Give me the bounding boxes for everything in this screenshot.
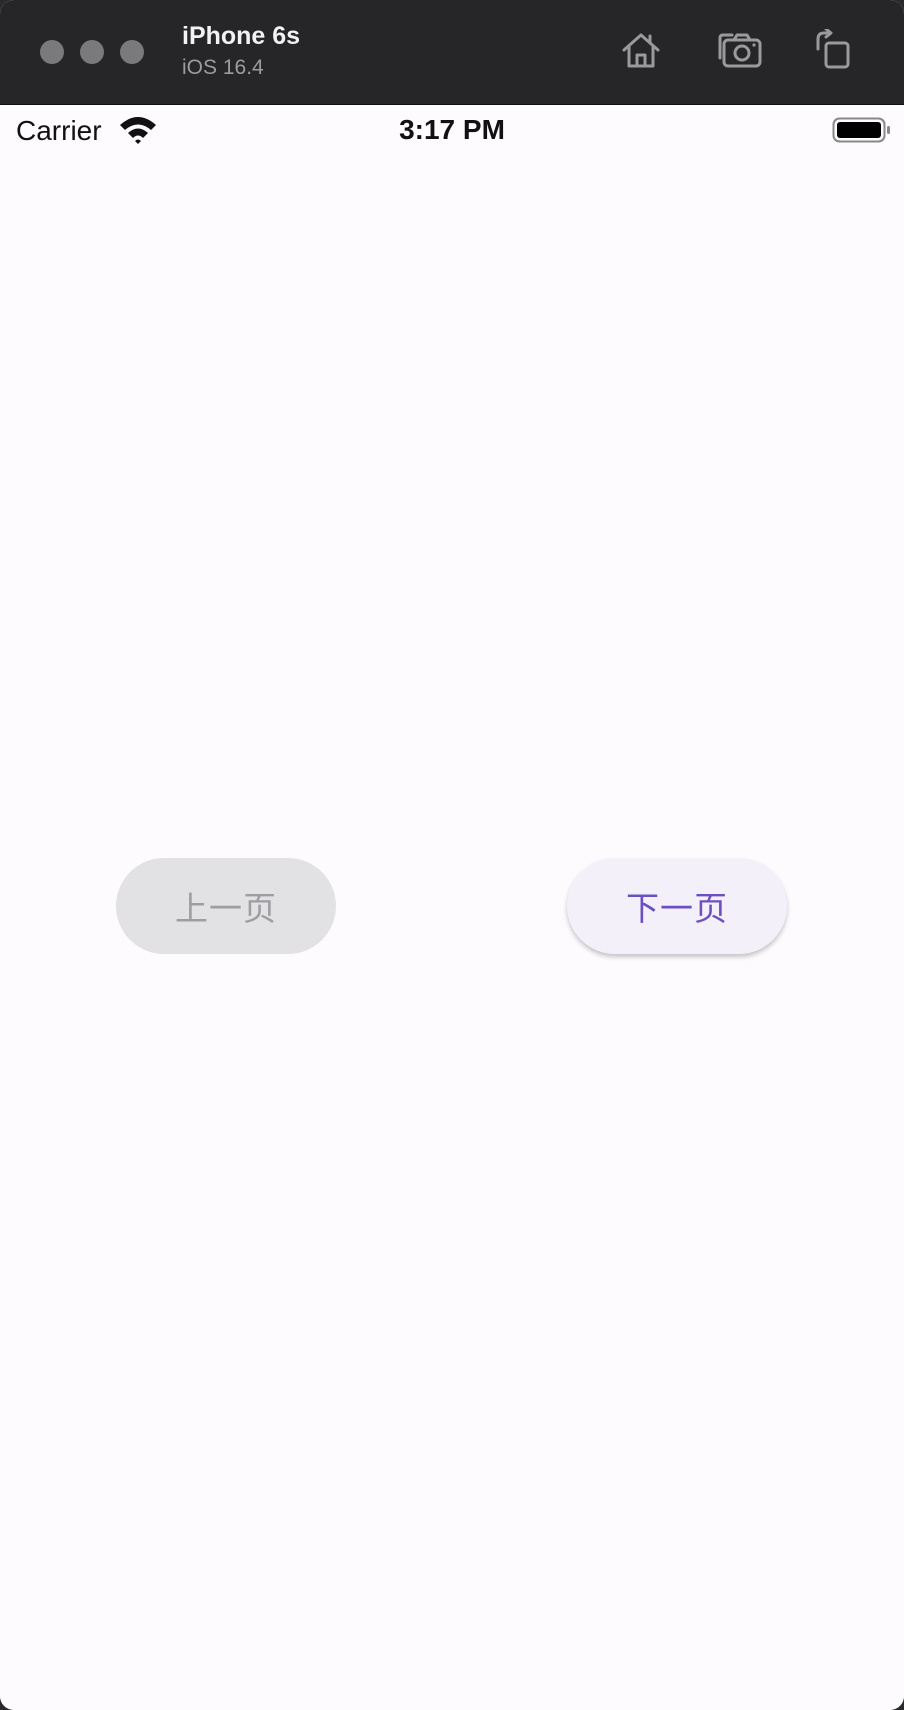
simulator-window: iPhone 6s iOS 16.4 Carrier 3:17 PM 上一页 下… — [0, 0, 904, 1710]
status-bar: Carrier 3:17 PM — [0, 105, 904, 155]
close-window-button[interactable] — [40, 40, 64, 64]
device-name: iPhone 6s — [182, 22, 301, 50]
minimize-window-button[interactable] — [80, 40, 104, 64]
home-icon — [622, 33, 660, 68]
battery-icon — [832, 117, 890, 143]
device-os-version: iOS 16.4 — [182, 56, 264, 79]
home-button[interactable] — [617, 28, 665, 72]
screenshot-button[interactable] — [717, 28, 765, 72]
status-time: 3:17 PM — [399, 114, 505, 145]
simulator-titlebar: iPhone 6s iOS 16.4 — [0, 0, 904, 105]
rotate-icon — [816, 29, 850, 69]
zoom-window-button[interactable] — [120, 40, 144, 64]
rotate-button[interactable] — [808, 28, 856, 72]
device-screen: Carrier 3:17 PM 上一页 下一页 — [0, 105, 904, 1710]
next-page-button[interactable]: 下一页 — [567, 858, 787, 954]
camera-icon — [718, 33, 762, 68]
previous-page-button[interactable]: 上一页 — [116, 858, 336, 954]
